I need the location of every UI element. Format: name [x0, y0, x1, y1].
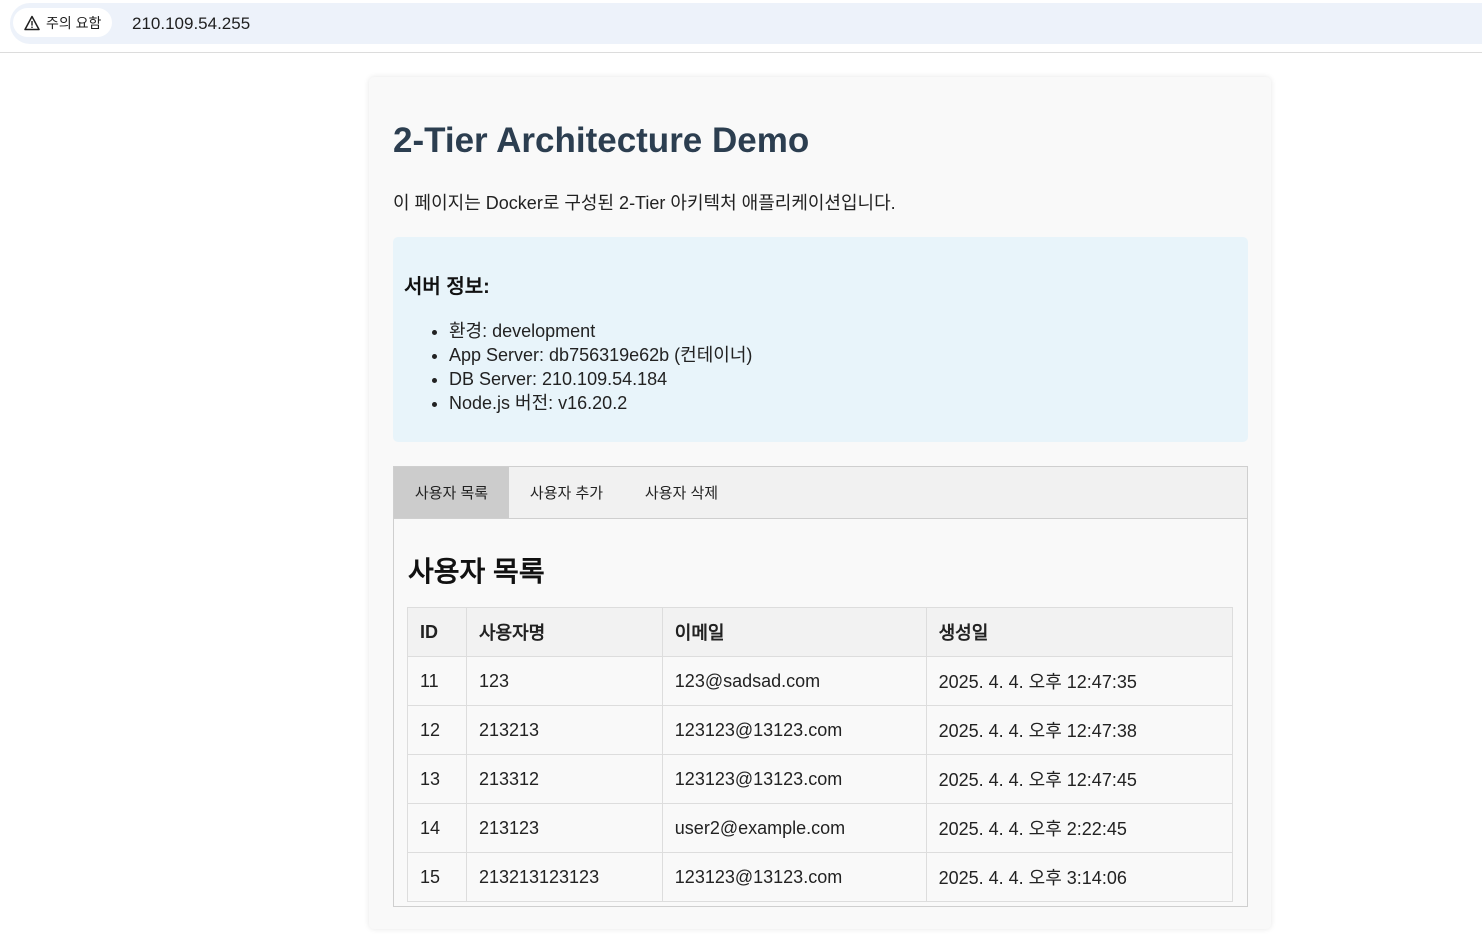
cell-id: 13	[407, 754, 467, 804]
column-header-username: 사용자명	[465, 607, 663, 657]
browser-address-bar: 주의 요함 210.109.54.255	[0, 0, 1482, 53]
cell-id: 11	[407, 656, 467, 706]
server-info-heading: 서버 정보:	[404, 276, 490, 298]
table-row: 12 213213 123123@13123.com 2025. 4. 4. 오…	[407, 705, 1234, 755]
column-header-created: 생성일	[925, 607, 1234, 657]
server-info-node-version: Node.js 버전: v16.20.2	[449, 391, 752, 415]
table-row: 13 213312 123123@13123.com 2025. 4. 4. 오…	[407, 754, 1234, 804]
server-info-box: 서버 정보: 환경: development App Server: db756…	[393, 237, 1248, 442]
tab-delete-user[interactable]: 사용자 삭제	[624, 467, 739, 518]
tab-add-user[interactable]: 사용자 추가	[509, 467, 624, 518]
cell-username: 213213123123	[465, 852, 663, 902]
user-table: ID 사용자명 이메일 생성일 11 123 123@sadsad.com 20…	[407, 607, 1234, 902]
security-label: 주의 요함	[46, 14, 102, 31]
table-row: 15 213213123123 123123@13123.com 2025. 4…	[407, 852, 1234, 902]
cell-username: 213312	[465, 754, 663, 804]
cell-email: 123123@13123.com	[661, 852, 927, 902]
cell-username: 213123	[465, 803, 663, 853]
cell-created: 2025. 4. 4. 오후 3:14:06	[925, 852, 1234, 902]
security-status-chip[interactable]: 주의 요함	[13, 8, 113, 37]
column-header-email: 이메일	[661, 607, 927, 657]
server-info-db-server: DB Server: 210.109.54.184	[449, 367, 752, 391]
intro-text: 이 페이지는 Docker로 구성된 2-Tier 아키텍처 애플리케이션입니다…	[393, 193, 896, 213]
cell-email: 123123@13123.com	[661, 754, 927, 804]
cell-username: 123	[465, 656, 663, 706]
table-header-row: ID 사용자명 이메일 생성일	[407, 607, 1234, 657]
cell-created: 2025. 4. 4. 오후 12:47:35	[925, 656, 1234, 706]
cell-created: 2025. 4. 4. 오후 2:22:45	[925, 803, 1234, 853]
cell-email: user2@example.com	[661, 803, 927, 853]
tabs-panel: 사용자 목록 사용자 추가 사용자 삭제 사용자 목록 ID 사용자명 이메일 …	[393, 466, 1248, 907]
table-row: 11 123 123@sadsad.com 2025. 4. 4. 오후 12:…	[407, 656, 1234, 706]
table-row: 14 213123 user2@example.com 2025. 4. 4. …	[407, 803, 1234, 853]
omnibox[interactable]: 주의 요함 210.109.54.255	[10, 3, 1482, 44]
server-info-environment: 환경: development	[449, 319, 752, 343]
column-header-id: ID	[407, 607, 467, 657]
cell-created: 2025. 4. 4. 오후 12:47:38	[925, 705, 1234, 755]
main-container: 2-Tier Architecture Demo 이 페이지는 Docker로 …	[369, 77, 1271, 929]
cell-id: 14	[407, 803, 467, 853]
tab-user-list[interactable]: 사용자 목록	[394, 467, 509, 518]
cell-id: 12	[407, 705, 467, 755]
user-list-title: 사용자 목록	[408, 556, 545, 587]
server-info-app-server: App Server: db756319e62b (컨테이너)	[449, 343, 752, 367]
page-title: 2-Tier Architecture Demo	[393, 121, 810, 160]
warning-icon	[24, 15, 40, 30]
cell-created: 2025. 4. 4. 오후 12:47:45	[925, 754, 1234, 804]
cell-email: 123@sadsad.com	[661, 656, 927, 706]
server-info-list: 환경: development App Server: db756319e62b…	[409, 319, 752, 415]
cell-email: 123123@13123.com	[661, 705, 927, 755]
tab-bar: 사용자 목록 사용자 추가 사용자 삭제	[394, 467, 1247, 519]
cell-username: 213213	[465, 705, 663, 755]
cell-id: 15	[407, 852, 467, 902]
url-text[interactable]: 210.109.54.255	[132, 14, 250, 34]
